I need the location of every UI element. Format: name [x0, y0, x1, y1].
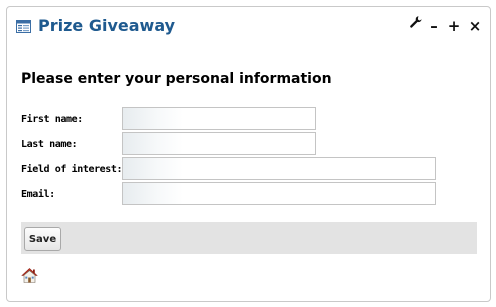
first-name-label: First name: — [21, 114, 83, 125]
close-button[interactable]: × — [467, 17, 483, 35]
email-field[interactable] — [122, 182, 436, 205]
portlet-window: Prize Giveaway – + × Please enter your p… — [6, 6, 491, 302]
save-button[interactable]: Save — [24, 227, 61, 251]
portlet-window-icon — [16, 20, 31, 33]
first-name-field[interactable] — [122, 107, 316, 130]
email-label: Email: — [21, 189, 55, 200]
field-of-interest-label: Field of interest: — [21, 164, 123, 175]
maximize-button[interactable]: + — [446, 17, 462, 35]
field-of-interest-field[interactable] — [122, 157, 436, 180]
minimize-button[interactable]: – — [426, 17, 442, 35]
wrench-icon[interactable] — [408, 15, 424, 33]
last-name-label: Last name: — [21, 139, 78, 150]
home-icon[interactable] — [21, 267, 38, 284]
last-name-field[interactable] — [122, 132, 316, 155]
wrench-icon-glyph — [410, 16, 422, 28]
portlet-title: Prize Giveaway — [38, 16, 176, 35]
portlet-titlebar: Prize Giveaway – + × — [7, 7, 490, 45]
form-heading: Please enter your personal information — [21, 71, 332, 87]
button-bar: Save — [21, 222, 477, 254]
